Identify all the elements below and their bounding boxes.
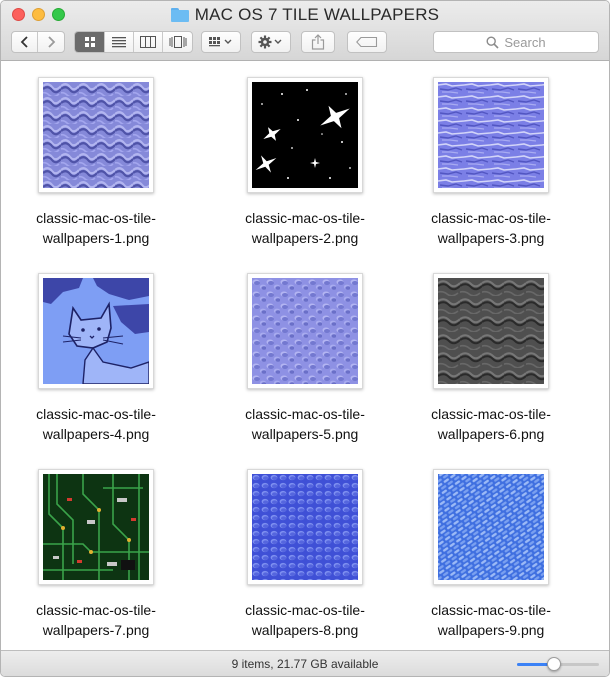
file-name-line-2: wallpapers-9.png (437, 622, 545, 638)
window-title-text: MAC OS 7 TILE WALLPAPERS (194, 5, 440, 24)
blue-emboss-pattern (43, 82, 149, 188)
file-item[interactable]: classic-mac-os-tile- wallpapers-2.png (210, 62, 400, 252)
file-name: classic-mac-os-tile- wallpapers-8.png (210, 600, 400, 640)
file-thumbnail (433, 77, 549, 193)
file-thumbnail (38, 469, 154, 585)
file-item[interactable]: classic-mac-os-tile- wallpapers-9.png (396, 454, 586, 644)
file-name-line-2: wallpapers-4.png (42, 426, 150, 442)
list-view-button[interactable] (105, 32, 134, 52)
file-thumbnail (247, 77, 363, 193)
file-name: classic-mac-os-tile- wallpapers-2.png (210, 208, 400, 248)
icon-view-button[interactable] (75, 32, 105, 52)
gear-icon (258, 35, 282, 49)
file-name-line-1: classic-mac-os-tile- (36, 210, 156, 226)
file-thumbnail (247, 273, 363, 389)
file-name-line-1: classic-mac-os-tile- (431, 602, 551, 618)
tag-icon (356, 37, 378, 47)
window-title: MAC OS 7 TILE WALLPAPERS (1, 5, 609, 25)
arrange-button[interactable] (201, 31, 241, 53)
file-item[interactable]: classic-mac-os-tile- wallpapers-3.png (396, 62, 586, 252)
list-view-icon (112, 37, 126, 48)
file-thumbnail (433, 273, 549, 389)
arrange-grid-icon (209, 37, 232, 47)
chevron-right-icon (48, 36, 56, 48)
blue-bubbles-pattern (252, 474, 358, 580)
share-button[interactable] (301, 31, 335, 53)
file-name-line-2: wallpapers-7.png (42, 622, 150, 638)
file-item[interactable]: classic-mac-os-tile- wallpapers-1.png (1, 62, 191, 252)
back-button[interactable] (12, 32, 38, 52)
file-name-line-2: wallpapers-3.png (437, 230, 545, 246)
gray-stone-pattern (438, 278, 544, 384)
column-view-button[interactable] (134, 32, 163, 52)
circuit-pattern (43, 474, 149, 580)
blue-weave-pattern (438, 474, 544, 580)
slider-knob[interactable] (546, 657, 561, 671)
status-bar: 9 items, 21.77 GB available (1, 650, 609, 676)
search-field[interactable]: Search (433, 31, 599, 53)
file-name-line-1: classic-mac-os-tile- (36, 406, 156, 422)
stars-pattern (252, 82, 358, 188)
file-name: classic-mac-os-tile- wallpapers-1.png (1, 208, 191, 248)
column-view-icon (140, 36, 156, 48)
file-name: classic-mac-os-tile- wallpapers-5.png (210, 404, 400, 444)
file-name-line-2: wallpapers-2.png (251, 230, 359, 246)
file-thumbnail (38, 77, 154, 193)
file-name-line-2: wallpapers-1.png (42, 230, 150, 246)
forward-button[interactable] (38, 32, 64, 52)
file-thumbnail (247, 469, 363, 585)
file-thumbnail (38, 273, 154, 389)
file-name-line-2: wallpapers-8.png (251, 622, 359, 638)
file-name: classic-mac-os-tile- wallpapers-3.png (396, 208, 586, 248)
file-item[interactable]: classic-mac-os-tile- wallpapers-6.png (396, 258, 586, 448)
search-placeholder: Search (504, 34, 546, 50)
blue-pebble-pattern (252, 278, 358, 384)
cover-flow-button[interactable] (163, 32, 192, 52)
file-name-line-1: classic-mac-os-tile- (245, 406, 365, 422)
cover-flow-icon (169, 36, 186, 48)
edit-tags-button[interactable] (347, 31, 387, 53)
icon-view-icon (84, 37, 95, 47)
file-name-line-1: classic-mac-os-tile- (431, 406, 551, 422)
file-name: classic-mac-os-tile- wallpapers-4.png (1, 404, 191, 444)
file-name-line-1: classic-mac-os-tile- (36, 602, 156, 618)
file-item[interactable]: classic-mac-os-tile- wallpapers-5.png (210, 258, 400, 448)
search-icon (486, 35, 499, 49)
file-item[interactable]: classic-mac-os-tile- wallpapers-8.png (210, 454, 400, 644)
cat-pattern (43, 278, 149, 384)
file-item[interactable]: classic-mac-os-tile- wallpapers-7.png (1, 454, 191, 644)
file-item[interactable]: classic-mac-os-tile- wallpapers-4.png (1, 258, 191, 448)
action-button[interactable] (251, 31, 291, 53)
file-name: classic-mac-os-tile- wallpapers-9.png (396, 600, 586, 640)
file-name-line-1: classic-mac-os-tile- (431, 210, 551, 226)
file-thumbnail (433, 469, 549, 585)
finder-window: MAC OS 7 TILE WALLPAPERS Search classic-… (0, 0, 610, 677)
file-name-line-2: wallpapers-5.png (251, 426, 359, 442)
share-icon (311, 34, 325, 50)
icon-grid: classic-mac-os-tile- wallpapers-1.png cl… (1, 62, 609, 650)
file-name-line-2: wallpapers-6.png (437, 426, 545, 442)
folder-icon (170, 8, 189, 22)
file-name-line-1: classic-mac-os-tile- (245, 210, 365, 226)
file-name: classic-mac-os-tile- wallpapers-7.png (1, 600, 191, 640)
nav-buttons (11, 31, 65, 53)
title-bar[interactable]: MAC OS 7 TILE WALLPAPERS Search (1, 1, 609, 61)
chevron-left-icon (20, 36, 28, 48)
file-name-line-1: classic-mac-os-tile- (245, 602, 365, 618)
file-name: classic-mac-os-tile- wallpapers-6.png (396, 404, 586, 444)
water-pattern (438, 82, 544, 188)
view-mode-control (74, 31, 193, 53)
